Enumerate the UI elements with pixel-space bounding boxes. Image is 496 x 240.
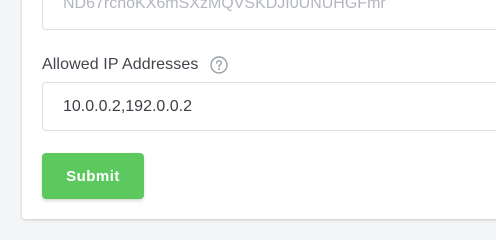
api-token-field[interactable]: ND67rchoKX6mSXzMQVSKDJI0UNUHGFmr bbox=[42, 0, 496, 30]
allowed-ip-label-row: Allowed IP Addresses bbox=[42, 54, 229, 76]
question-circle-icon[interactable] bbox=[210, 56, 229, 74]
allowed-ip-label: Allowed IP Addresses bbox=[42, 56, 199, 73]
allowed-ip-input[interactable] bbox=[42, 82, 496, 131]
submit-button[interactable]: Submit bbox=[42, 153, 144, 199]
settings-card: ND67rchoKX6mSXzMQVSKDJI0UNUHGFmr Allowed… bbox=[22, 0, 496, 219]
